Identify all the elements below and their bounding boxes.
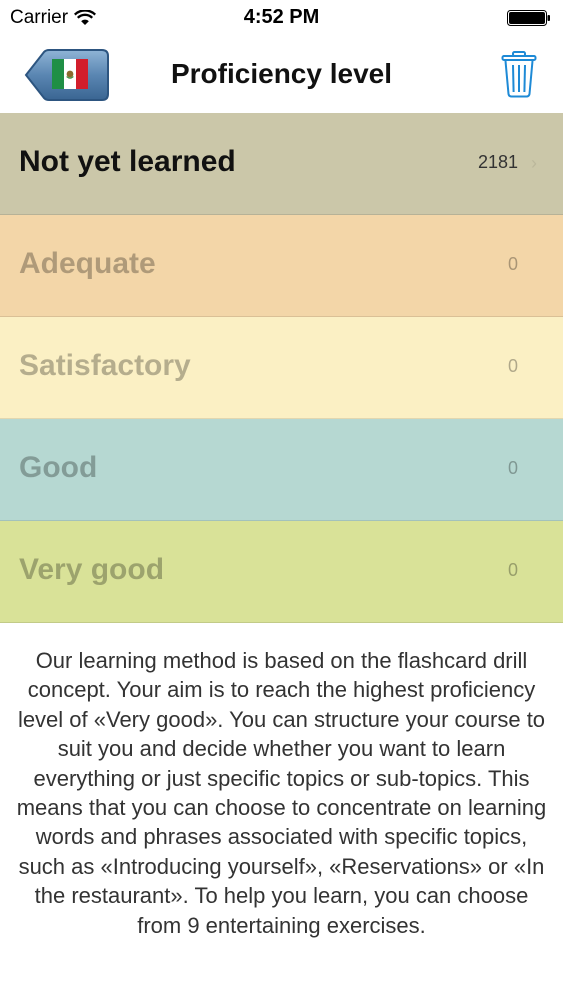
page-title: Proficiency level — [170, 58, 392, 89]
level-row-very-good[interactable]: Very good 0 — [0, 521, 563, 623]
level-label: Good — [19, 451, 98, 484]
level-row-satisfactory[interactable]: Satisfactory 0 — [0, 317, 563, 419]
battery-icon — [507, 10, 550, 26]
level-row-good[interactable]: Good 0 — [0, 419, 563, 521]
level-count: 2181 — [477, 152, 518, 172]
chevron-right-icon: › — [531, 153, 537, 173]
status-bar: Carrier 4:52 PM — [0, 0, 563, 38]
proficiency-level-list: Not yet learned 2181 › Adequate 0 Satisf… — [0, 113, 563, 623]
level-count: 0 — [507, 254, 518, 274]
level-count: 0 — [507, 560, 518, 580]
trash-button[interactable] — [501, 50, 537, 98]
level-count: 0 — [507, 356, 518, 376]
method-description: Our learning method is based on the flas… — [16, 648, 547, 938]
level-count: 0 — [507, 458, 518, 478]
trash-icon — [501, 51, 537, 98]
level-row-adequate[interactable]: Adequate 0 — [0, 215, 563, 317]
navigation-bar: Proficiency level — [0, 38, 563, 113]
level-label: Satisfactory — [19, 349, 191, 382]
level-label: Adequate — [19, 247, 156, 280]
level-label: Not yet learned — [19, 145, 236, 178]
status-time: 4:52 PM — [243, 6, 320, 28]
level-row-not-yet-learned[interactable]: Not yet learned 2181 › — [0, 113, 563, 215]
level-label: Very good — [19, 553, 165, 586]
